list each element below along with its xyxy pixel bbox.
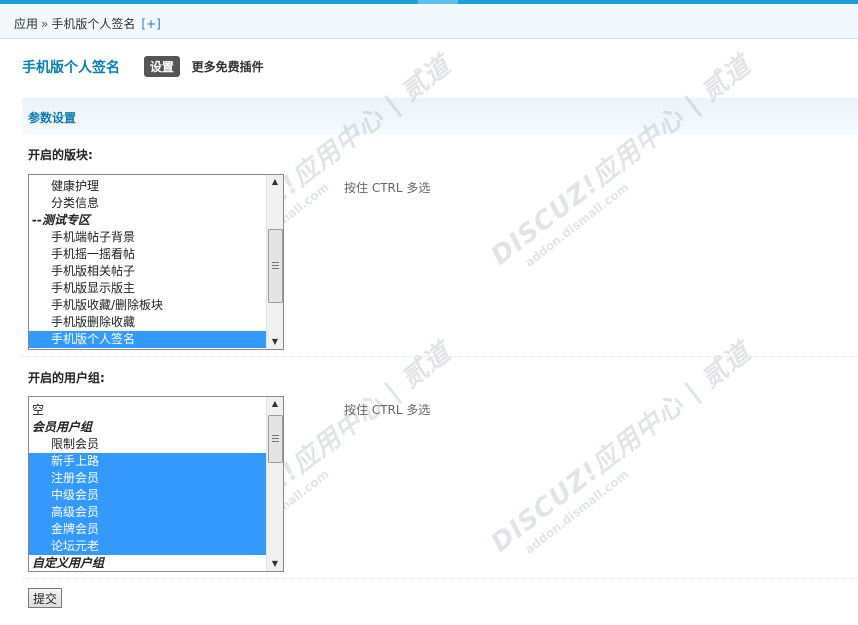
tab-settings[interactable]: 设置 [143,56,180,77]
option-group-label[interactable]: 会员用户组 [29,419,267,436]
breadcrumb-current: 手机版个人签名 [51,17,136,31]
watermark-url: addon.dismall.com [522,467,632,557]
more-plugins-link[interactable]: 更多免费插件 [192,58,264,75]
option-group-label[interactable]: 自定义用户组 [29,555,267,571]
list-option[interactable]: 手机版显示版主 [29,280,267,297]
grip-icon [272,435,279,436]
list-option[interactable]: 论坛元老 [29,538,267,555]
list-option[interactable]: 空 [29,402,267,419]
scroll-down-arrow-icon[interactable]: ▼ [267,335,283,349]
scroll-up-arrow-icon[interactable]: ▲ [267,175,283,189]
field-divider [22,578,858,579]
field-divider [22,356,858,357]
forums-scrollbar[interactable]: ▲ ▼ [266,175,283,349]
list-option[interactable]: 金牌会员 [29,521,267,538]
groups-multiselect[interactable]: 空会员用户组 限制会员 新手上路 注册会员 中级会员 高级会员 金牌会员 论坛元老 自定义用户组… [28,396,284,572]
list-option[interactable]: 手机版相关帖子 [29,263,267,280]
list-option[interactable]: 高级会员 [29,504,267,521]
breadcrumb-bar: 应用» 手机版个人签名 [+] [0,4,858,39]
option-group-label[interactable]: --测试专区 [29,212,267,229]
grip-icon [272,262,279,263]
watermark-logo: DISCUZ!应用中心 | 贰道 addon.dismall.com [482,337,757,561]
submit-button[interactable]: 提交 [28,588,62,608]
list-option[interactable]: 手机摇一摇看帖 [29,246,267,263]
breadcrumb-separator: » [41,17,49,31]
page-title: 手机版个人签名 [22,59,120,76]
groups-hint: 按住 CTRL 多选 [344,403,431,417]
watermark-url: addon.dismall.com [522,180,632,270]
list-option[interactable]: 限制会员 [29,436,267,453]
scroll-down-arrow-icon[interactable]: ▼ [267,557,283,571]
list-option[interactable]: 新手上路 [29,453,267,470]
forums-scroll-thumb[interactable] [268,229,283,303]
groups-scrollbar[interactable]: ▲ ▼ [266,397,283,571]
watermark-brand: DISCUZ!应用中心 | 贰道 [485,50,757,272]
groups-options: 空会员用户组 限制会员 新手上路 注册会员 中级会员 高级会员 金牌会员 论坛元老 自定义用户组 [29,402,267,571]
list-option[interactable]: 中级会员 [29,487,267,504]
section-header: 参数设置 [22,98,858,134]
scroll-up-arrow-icon[interactable]: ▲ [267,397,283,411]
list-option[interactable]: 手机版删除收藏 [29,314,267,331]
forums-options: 健康护理 分类信息 --测试专区 手机端帖子背景 手机摇一摇看帖 手机版相关帖子 手机版显示… [29,178,267,348]
list-option[interactable]: 手机版收藏/删除板块 [29,297,267,314]
forums-multiselect[interactable]: 健康护理 分类信息 --测试专区 手机端帖子背景 手机摇一摇看帖 手机版相关帖子 手机版显示… [28,174,284,350]
list-option[interactable]: 分类信息 [29,195,267,212]
list-option[interactable]: 手机端帖子背景 [29,229,267,246]
forums-field-label: 开启的版块: [28,148,93,162]
breadcrumb-root-link[interactable]: 应用 [14,17,38,31]
groups-scroll-thumb[interactable] [268,415,283,463]
title-row: 手机版个人签名 设置 更多免费插件 [22,56,264,77]
watermark-brand: DISCUZ!应用中心 | 贰道 [485,337,757,559]
list-option[interactable]: 注册会员 [29,470,267,487]
groups-field-label: 开启的用户组: [28,371,105,385]
breadcrumb-add-link[interactable]: [+] [141,17,160,31]
breadcrumb: 应用» 手机版个人签名 [+] [14,15,161,32]
list-option[interactable]: 健康护理 [29,178,267,195]
section-title: 参数设置 [28,111,77,125]
forums-hint: 按住 CTRL 多选 [344,181,431,195]
list-option[interactable]: 手机版个人签名 [29,331,267,348]
